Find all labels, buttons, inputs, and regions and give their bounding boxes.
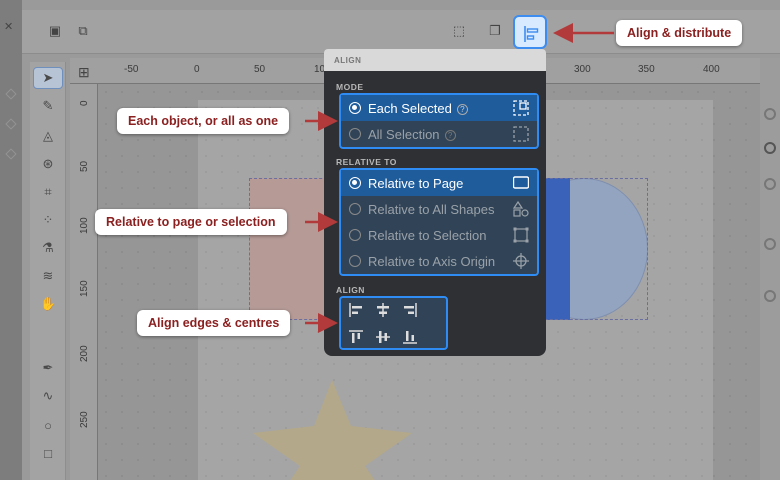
callout-mode: Each object, or all as one — [117, 108, 290, 134]
callout-arrows — [305, 23, 614, 333]
callout-relative: Relative to page or selection — [95, 209, 287, 235]
callout-align: Align edges & centres — [137, 310, 291, 336]
